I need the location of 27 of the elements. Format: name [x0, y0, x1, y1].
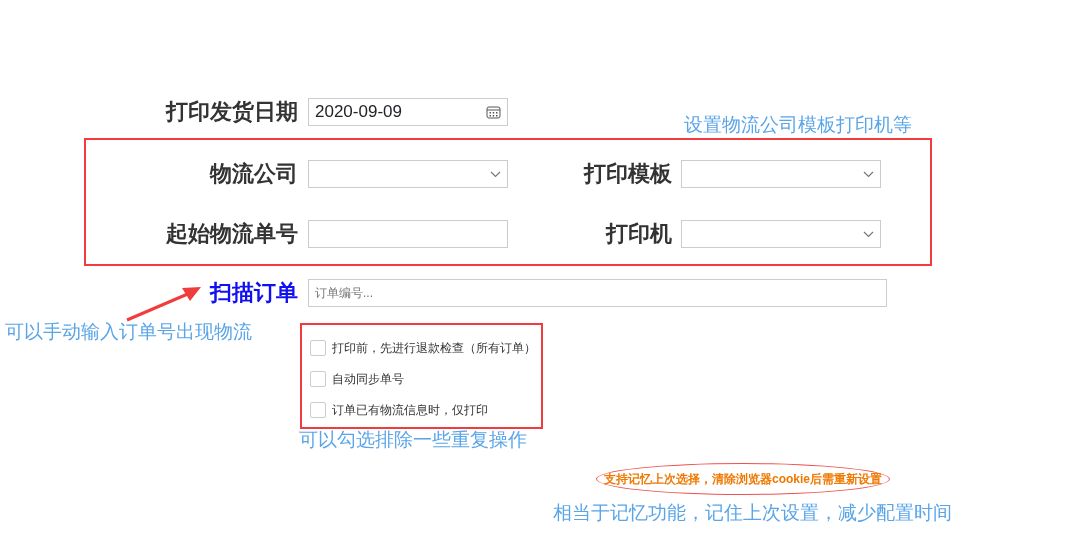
select-field[interactable] [681, 220, 881, 248]
field-label: 起始物流单号 [165, 220, 298, 248]
option-label: 订单已有物流信息时，仅打印 [332, 401, 488, 419]
chevron-down-icon [490, 170, 501, 178]
checkbox[interactable] [310, 401, 326, 418]
field-label: 物流公司 [208, 160, 298, 188]
text-field[interactable] [308, 220, 508, 248]
scan-label: 扫描订单 [210, 279, 298, 307]
date-label: 打印发货日期 [164, 98, 298, 126]
annotation-text: 可以手动输入订单号出现物流 [5, 320, 252, 344]
select-field[interactable] [681, 160, 881, 188]
annotation-text: 设置物流公司模板打印机等 [684, 113, 912, 137]
chevron-down-icon [863, 170, 874, 178]
checkbox[interactable] [310, 370, 326, 387]
notice-text: 支持记忆上次选择，清除浏览器cookie后需重新设置 [604, 471, 882, 488]
checkbox[interactable] [310, 339, 326, 356]
option-label: 打印前，先进行退款检查（所有订单） [332, 339, 536, 357]
option-label: 自动同步单号 [332, 370, 404, 388]
select-field[interactable] [308, 160, 508, 188]
order-search-field[interactable]: 订单编号... [308, 279, 887, 307]
calendar-icon[interactable] [486, 105, 501, 119]
field-label: 打印机 [604, 220, 672, 248]
annotation-text: 相当于记忆功能，记住上次设置，减少配置时间 [553, 501, 952, 525]
field-label: 打印模板 [582, 160, 672, 188]
date-field[interactable]: 2020-09-09 [308, 98, 508, 126]
annotation-text: 可以勾选排除一些重复操作 [299, 428, 527, 452]
chevron-down-icon [863, 230, 874, 238]
